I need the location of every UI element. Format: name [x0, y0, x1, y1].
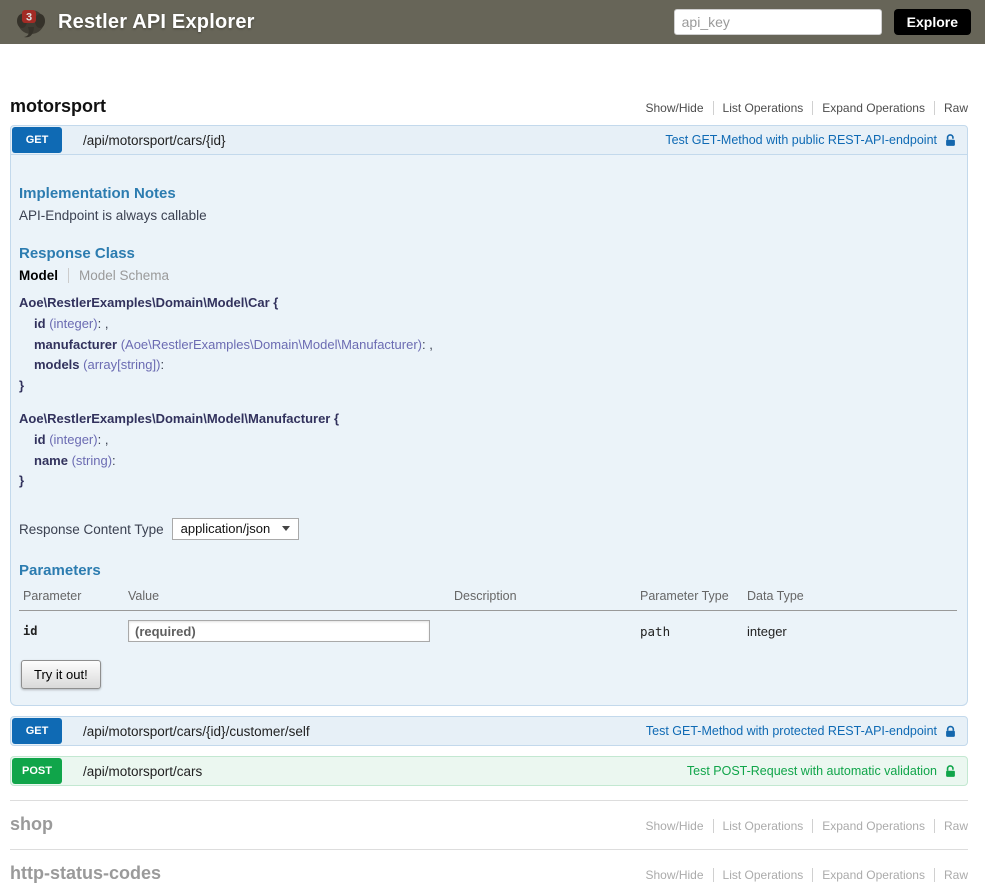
endpoint-path-link[interactable]: /api/motorsport/cars/{id}/customer/self: [83, 724, 310, 739]
top-header-bar: 3 Restler API Explorer Explore: [0, 0, 985, 44]
http-method-badge: GET: [12, 718, 62, 744]
endpoint-header[interactable]: POST /api/motorsport/cars Test POST-Requ…: [10, 756, 968, 786]
response-class-heading: Response Class: [19, 245, 957, 262]
raw-link[interactable]: Raw: [934, 868, 968, 882]
col-header-parameter: Parameter: [19, 585, 124, 611]
list-operations-link[interactable]: List Operations: [713, 868, 813, 882]
endpoint-post-cars: POST /api/motorsport/cars Test POST-Requ…: [10, 756, 968, 786]
list-operations-link[interactable]: List Operations: [713, 101, 813, 115]
show-hide-link[interactable]: Show/Hide: [637, 101, 713, 115]
section-nav-http-status-codes: Show/Hide List Operations Expand Operati…: [637, 868, 969, 884]
model-tabs: Model Model Schema: [19, 268, 957, 283]
tab-model-schema[interactable]: Model Schema: [68, 268, 169, 283]
response-content-type-label: Response Content Type: [19, 522, 164, 537]
col-header-description: Description: [450, 585, 636, 611]
explore-button[interactable]: Explore: [894, 9, 971, 35]
col-header-value: Value: [124, 585, 450, 611]
try-it-out-button[interactable]: Try it out!: [21, 660, 101, 689]
app-title: Restler API Explorer: [58, 11, 255, 34]
api-key-input[interactable]: [674, 9, 882, 35]
parameter-type: path: [636, 611, 743, 647]
restler-logo-icon: 3: [14, 5, 48, 39]
section-title-motorsport: motorsport: [10, 96, 106, 117]
col-header-data-type: Data Type: [743, 585, 957, 611]
parameter-name: id: [19, 611, 124, 647]
tab-model[interactable]: Model: [19, 268, 68, 283]
section-header-http-status-codes: http-status-codes Show/Hide List Operati…: [10, 863, 968, 884]
endpoint-header[interactable]: GET /api/motorsport/cars/{id}/customer/s…: [10, 716, 968, 746]
section-header-shop: shop Show/Hide List Operations Expand Op…: [10, 814, 968, 835]
list-operations-link[interactable]: List Operations: [713, 819, 813, 833]
show-hide-link[interactable]: Show/Hide: [637, 868, 713, 882]
implementation-notes-text: API-Endpoint is always callable: [19, 208, 957, 223]
section-header-motorsport: motorsport Show/Hide List Operations Exp…: [10, 96, 968, 117]
lock-icon: [944, 724, 957, 739]
section-nav-shop: Show/Hide List Operations Expand Operati…: [637, 819, 969, 835]
section-title-shop: shop: [10, 814, 53, 835]
http-method-badge: POST: [12, 758, 62, 784]
http-method-badge: GET: [12, 127, 62, 153]
endpoint-test-link[interactable]: Test POST-Request with automatic validat…: [687, 764, 957, 779]
endpoint-test-link[interactable]: Test GET-Method with protected REST-API-…: [646, 724, 957, 739]
parameter-description: [450, 611, 636, 647]
parameters-table-header-row: Parameter Value Description Parameter Ty…: [19, 585, 957, 611]
parameter-value-input[interactable]: [128, 620, 430, 642]
show-hide-link[interactable]: Show/Hide: [637, 819, 713, 833]
endpoint-expanded-content: Implementation Notes API-Endpoint is alw…: [10, 155, 968, 706]
section-divider: [10, 849, 968, 850]
section-divider: [10, 800, 968, 801]
implementation-notes-heading: Implementation Notes: [19, 185, 957, 202]
section-nav-motorsport: Show/Hide List Operations Expand Operati…: [637, 101, 969, 117]
parameters-table: Parameter Value Description Parameter Ty…: [19, 585, 957, 646]
endpoint-get-cars-id: GET /api/motorsport/cars/{id} Test GET-M…: [10, 125, 968, 706]
model-signature-car: Aoe\RestlerExamples\Domain\Model\Car { i…: [19, 293, 957, 397]
endpoint-get-customer-self: GET /api/motorsport/cars/{id}/customer/s…: [10, 716, 968, 746]
section-title-http-status-codes: http-status-codes: [10, 863, 161, 884]
endpoint-header[interactable]: GET /api/motorsport/cars/{id} Test GET-M…: [10, 125, 968, 155]
parameters-heading: Parameters: [19, 562, 957, 579]
parameter-row-id: id path integer: [19, 611, 957, 647]
raw-link[interactable]: Raw: [934, 101, 968, 115]
endpoint-path-link[interactable]: /api/motorsport/cars/{id}: [83, 133, 226, 148]
endpoint-test-link[interactable]: Test GET-Method with public REST-API-end…: [665, 133, 957, 148]
unlock-icon: [944, 764, 957, 779]
expand-operations-link[interactable]: Expand Operations: [812, 819, 934, 833]
parameter-data-type: integer: [743, 611, 957, 647]
response-content-type-select[interactable]: application/json: [172, 518, 300, 540]
expand-operations-link[interactable]: Expand Operations: [812, 868, 934, 882]
svg-text:3: 3: [26, 12, 32, 24]
raw-link[interactable]: Raw: [934, 819, 968, 833]
chevron-down-icon: [282, 526, 290, 531]
expand-operations-link[interactable]: Expand Operations: [812, 101, 934, 115]
unlock-icon: [944, 133, 957, 148]
endpoint-path-link[interactable]: /api/motorsport/cars: [83, 764, 202, 779]
col-header-parameter-type: Parameter Type: [636, 585, 743, 611]
model-signature-manufacturer: Aoe\RestlerExamples\Domain\Model\Manufac…: [19, 409, 957, 492]
